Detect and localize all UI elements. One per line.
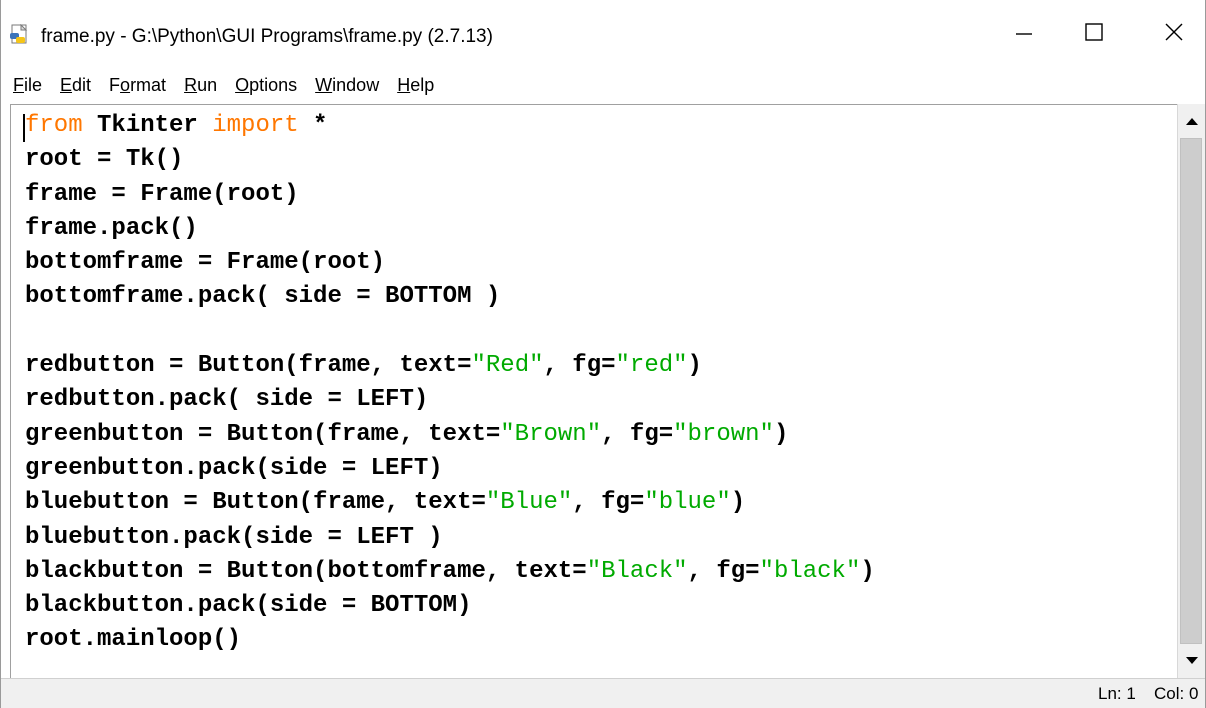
code-string: "Brown" xyxy=(500,420,602,448)
code-line: greenbutton = Button(frame, text="Brown"… xyxy=(25,418,875,452)
code-string: "black" xyxy=(759,557,861,585)
code-line: bottomframe.pack( side = BOTTOM ) xyxy=(25,280,875,314)
menu-file-accelerator: F xyxy=(13,74,24,95)
code-token: frame = Frame(root) xyxy=(25,180,299,208)
code-token: redbutton.pack( side = LEFT) xyxy=(25,386,429,414)
menu-help[interactable]: Help xyxy=(397,75,434,96)
code-string: "Red" xyxy=(471,352,544,380)
code-keyword: import xyxy=(212,112,299,139)
menu-file[interactable]: File xyxy=(13,75,42,96)
code-line: root = Tk() xyxy=(25,143,875,177)
code-string: "Blue" xyxy=(485,489,573,517)
code-token: ) xyxy=(860,557,875,585)
code-editor[interactable]: from Tkinter import * root = Tk() frame = … xyxy=(10,104,1205,678)
minimize-icon xyxy=(1016,33,1032,35)
idle-editor-window: frame.py - G:\Python\GUI Programs\frame.… xyxy=(0,0,1206,708)
menu-format-label-post: rmat xyxy=(130,74,167,95)
code-keyword: from xyxy=(25,112,83,139)
status-bar: Ln: 1 Col: 0 xyxy=(1,678,1205,708)
scroll-down-arrow-icon xyxy=(1185,657,1198,664)
code-token: Tkinter xyxy=(82,112,213,139)
status-line-number: Ln: 1 xyxy=(1098,684,1136,703)
code-line: bluebutton = Button(frame, text="Blue", … xyxy=(25,486,875,520)
scroll-up-arrow-icon xyxy=(1185,118,1198,125)
code-string: "red" xyxy=(615,352,688,380)
code-line: from Tkinter import * xyxy=(25,109,875,143)
code-token: ) xyxy=(730,489,746,517)
menu-edit[interactable]: Edit xyxy=(60,75,91,96)
code-line: bluebutton.pack(side = LEFT ) xyxy=(25,521,875,555)
menu-edit-label-post: dit xyxy=(72,74,92,95)
code-token: ) xyxy=(773,420,789,448)
code-token: ) xyxy=(687,352,702,380)
menu-run-accelerator: R xyxy=(184,74,198,95)
code-line: blackbutton.pack(side = BOTTOM) xyxy=(25,589,875,623)
code-token: greenbutton.pack(side = LEFT) xyxy=(25,454,443,482)
code-line: root.mainloop() xyxy=(25,623,875,657)
menu-window-accelerator: W xyxy=(315,74,333,95)
title-bar[interactable]: frame.py - G:\Python\GUI Programs\frame.… xyxy=(1,0,1205,64)
menu-edit-accelerator: E xyxy=(60,74,73,95)
code-token: bluebutton = Button(frame, text= xyxy=(25,489,486,517)
code-line: redbutton = Button(frame, text="Red", fg… xyxy=(25,349,875,383)
code-token: redbutton = Button(frame, text= xyxy=(25,352,472,380)
menu-window-label-post: indow xyxy=(332,74,380,95)
menu-window[interactable]: Window xyxy=(315,75,379,96)
menu-help-accelerator: H xyxy=(397,74,411,95)
code-token: greenbutton = Button(frame, text= xyxy=(25,420,501,448)
menu-options[interactable]: Options xyxy=(235,75,297,96)
code-token: bluebutton.pack(side = LEFT ) xyxy=(25,523,443,551)
scroll-down-button[interactable] xyxy=(1178,644,1205,678)
status-column-number: Col: 0 xyxy=(1154,684,1199,703)
minimize-button[interactable] xyxy=(991,0,1057,64)
menu-format-accelerator: o xyxy=(120,74,131,95)
code-token: , fg= xyxy=(687,557,760,585)
menu-help-label-post: elp xyxy=(410,74,435,95)
code-token: bottomframe.pack( side = BOTTOM ) xyxy=(25,283,501,311)
code-text[interactable]: from Tkinter import * root = Tk() frame = … xyxy=(25,109,875,658)
window-title: frame.py - G:\Python\GUI Programs\frame.… xyxy=(41,26,493,47)
maximize-button[interactable] xyxy=(1061,0,1127,64)
menu-format-label-pre: F xyxy=(109,74,121,95)
menu-options-label-post: ptions xyxy=(249,74,298,95)
code-token: frame.pack() xyxy=(25,214,198,242)
menu-run-label-post: un xyxy=(197,74,218,95)
close-icon xyxy=(1165,23,1183,41)
code-token: root.mainloop() xyxy=(25,626,242,654)
code-token: bottomframe = Frame(root) xyxy=(25,249,386,277)
code-string: "brown" xyxy=(673,420,774,448)
code-line: blackbutton = Button(bottomframe, text="… xyxy=(25,555,875,589)
code-line: frame = Frame(root) xyxy=(25,178,875,212)
code-line: redbutton.pack( side = LEFT) xyxy=(25,383,875,417)
code-token: blackbutton = Button(bottomframe, text= xyxy=(25,557,587,585)
menu-options-accelerator: O xyxy=(235,74,250,95)
code-string: "blue" xyxy=(644,489,731,517)
menu-bar: File Edit Format Run Options Window Help xyxy=(1,66,1205,104)
menu-file-label-post: ile xyxy=(24,74,43,95)
code-line: bottomframe = Frame(root) xyxy=(25,246,875,280)
code-token: , fg= xyxy=(601,420,674,448)
code-token: root = Tk() xyxy=(25,146,184,174)
menu-run[interactable]: Run xyxy=(184,75,217,96)
code-token: blackbutton.pack(side = BOTTOM) xyxy=(25,592,472,620)
code-line: greenbutton.pack(side = LEFT) xyxy=(25,452,875,486)
maximize-icon xyxy=(1085,23,1103,41)
code-string: "Black" xyxy=(586,557,688,585)
code-line: frame.pack() xyxy=(25,212,875,246)
code-token: , fg= xyxy=(572,489,645,517)
menu-format[interactable]: Format xyxy=(109,75,166,96)
vertical-scrollbar[interactable] xyxy=(1177,104,1205,678)
code-token: , fg= xyxy=(543,352,616,380)
scrollbar-thumb[interactable] xyxy=(1180,138,1202,644)
code-token: * xyxy=(298,112,328,139)
close-button[interactable] xyxy=(1141,0,1206,64)
python-file-icon xyxy=(10,24,28,44)
scroll-up-button[interactable] xyxy=(1178,104,1205,138)
